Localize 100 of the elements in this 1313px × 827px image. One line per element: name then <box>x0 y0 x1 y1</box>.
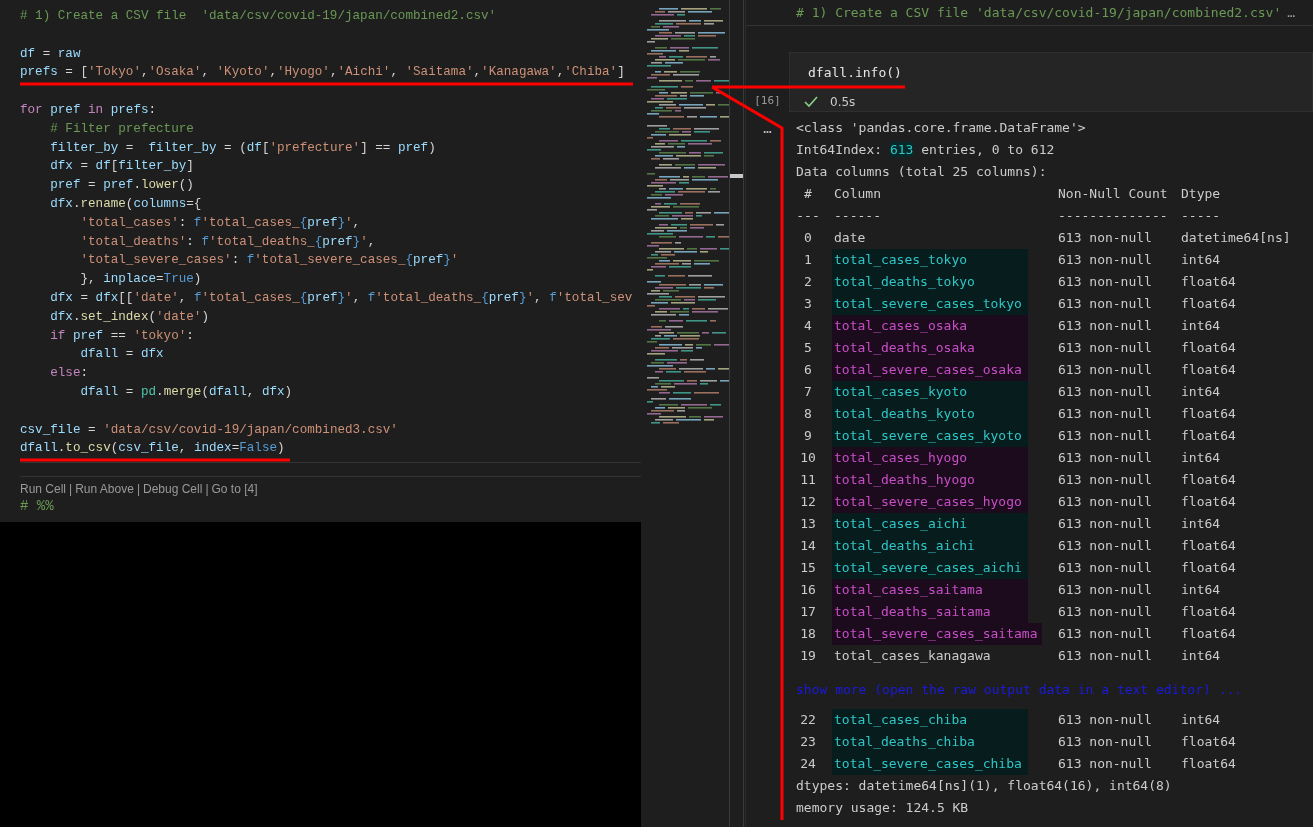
column-index: 6 <box>803 361 813 379</box>
column-name: total_cases_kanagawa <box>834 647 991 665</box>
code-line: pref = pref.lower() <box>49 177 194 195</box>
column-index: 12 <box>799 493 817 511</box>
non-null-count: 613 non-null <box>1058 339 1153 357</box>
codelens-link[interactable]: Debug Cell <box>143 481 203 498</box>
column-name: total_deaths_saitama <box>832 601 1028 623</box>
code-line: 'total_cases': f'total_cases_{pref}', <box>79 214 361 232</box>
non-null-count: 613 non-null <box>1058 251 1153 269</box>
expand-ellipsis[interactable]: … <box>1287 2 1296 23</box>
column-dtype: int64 <box>1181 383 1221 401</box>
code-line: }, inplace=True) <box>79 271 202 289</box>
code-line: for pref in prefs: <box>19 102 157 119</box>
output-line: Data columns (total 25 columns): <box>796 163 1048 181</box>
output-line: Int64Index: 613 entries, 0 to 612 <box>796 141 1056 159</box>
cell-marker: # %% <box>19 497 54 516</box>
column-index: 0 <box>803 229 813 247</box>
column-dtype: float64 <box>1181 427 1236 445</box>
column-name: total_deaths_kyoto <box>832 403 1028 425</box>
column-index: 3 <box>803 295 813 313</box>
non-null-count: 613 non-null <box>1058 515 1153 533</box>
collapsed-cell-text[interactable]: # 1) Create a CSV file 'data/csv/covid-19/japan/combined2.csv' <box>796 2 1282 23</box>
column-dtype: Dtype <box>1181 185 1221 203</box>
column-index: --- <box>796 207 820 225</box>
output-line: <class 'pandas.core.frame.DataFrame'> <box>796 119 1087 137</box>
column-name: total_severe_cases_chiba <box>832 753 1028 775</box>
non-null-count: 613 non-null <box>1058 449 1153 467</box>
column-name: total_cases_hyogo <box>832 447 1028 469</box>
code-line: csv_file = 'data/csv/covid-19/japan/combined3.csv' <box>19 421 398 439</box>
column-dtype: ----- <box>1181 207 1221 225</box>
non-null-count: 613 non-null <box>1058 537 1153 555</box>
column-dtype: float64 <box>1181 755 1236 773</box>
check-icon <box>804 96 818 108</box>
column-dtype: float64 <box>1181 295 1236 313</box>
column-index: 15 <box>799 559 817 577</box>
column-index: 11 <box>799 471 817 489</box>
column-dtype: float64 <box>1181 273 1236 291</box>
output-line: dtypes: datetime64[ns](1), float64(16), int64(8) <box>796 777 1173 795</box>
column-dtype: int64 <box>1181 317 1221 335</box>
column-name: total_deaths_osaka <box>832 337 1028 359</box>
column-dtype: float64 <box>1181 733 1236 751</box>
column-name: total_cases_aichi <box>832 513 1028 535</box>
non-null-count: 613 non-null <box>1058 383 1153 401</box>
divider-mark: | <box>205 481 209 498</box>
code-cell[interactable]: dfall.info() 0.5s <box>789 52 1313 112</box>
divider-mark: | <box>136 481 140 498</box>
non-null-count: 613 non-null <box>1058 273 1153 291</box>
non-null-count: 613 non-null <box>1058 755 1153 773</box>
output-line: memory usage: 124.5 KB <box>796 799 970 817</box>
column-index: 14 <box>799 537 817 555</box>
code-line: dfall.info() <box>808 64 902 83</box>
column-index: 24 <box>799 755 817 773</box>
codelens-link[interactable]: Run Cell <box>20 481 67 498</box>
non-null-count: 613 non-null <box>1058 625 1153 643</box>
column-index: 4 <box>803 317 813 335</box>
column-index: 8 <box>803 405 813 423</box>
non-null-count: Non-Null Count <box>1058 185 1169 203</box>
column-index: 1 <box>803 251 813 269</box>
column-name: total_severe_cases_aichi <box>832 557 1028 579</box>
codelens-link[interactable]: Run Above <box>75 481 134 498</box>
column-index: 17 <box>799 603 817 621</box>
cell-input-area[interactable] <box>20 462 641 478</box>
column-dtype: int64 <box>1181 515 1221 533</box>
column-name: total_severe_cases_kyoto <box>832 425 1028 447</box>
codelens-link[interactable]: Go to [4] <box>211 481 258 498</box>
output-menu-button[interactable]: … <box>763 117 772 819</box>
column-index: 10 <box>799 449 817 467</box>
column-dtype: float64 <box>1181 625 1236 643</box>
column-index: 19 <box>799 647 817 665</box>
non-null-count: 613 non-null <box>1058 361 1153 379</box>
execution-time: 0.5s <box>830 94 856 111</box>
code-line: df = raw <box>19 45 81 63</box>
non-null-count: 613 non-null <box>1058 317 1153 335</box>
non-null-count: 613 non-null <box>1058 471 1153 489</box>
column-index: 23 <box>799 733 817 751</box>
column-dtype: float64 <box>1181 493 1236 511</box>
column-name: total_severe_cases_saitama <box>832 623 1042 645</box>
non-null-count: 613 non-null <box>1058 493 1153 511</box>
column-dtype: int64 <box>1181 449 1221 467</box>
column-name: total_severe_cases_osaka <box>832 359 1028 381</box>
non-null-count: 613 non-null <box>1058 647 1153 665</box>
column-index: 13 <box>799 515 817 533</box>
column-name: total_cases_chiba <box>832 709 1028 731</box>
scrollbar-thumb[interactable] <box>730 174 743 178</box>
column-name: total_cases_saitama <box>832 579 1028 601</box>
column-index: # <box>803 185 813 203</box>
column-index: 5 <box>803 339 813 357</box>
code-line: filter_by = filter_by = (df['prefecture'] == pref) <box>49 139 436 157</box>
non-null-count: 613 non-null <box>1058 603 1153 621</box>
column-name: Column <box>834 185 881 203</box>
column-name: total_cases_osaka <box>832 315 1028 337</box>
column-dtype: float64 <box>1181 339 1236 357</box>
column-dtype: float64 <box>1181 361 1236 379</box>
code-line: dfx.set_index('date') <box>49 308 209 326</box>
column-index: 18 <box>799 625 817 643</box>
column-dtype: int64 <box>1181 251 1221 269</box>
column-dtype: float64 <box>1181 603 1236 621</box>
code-line: dfx = dfx[['date', f'total_cases_{pref}', f'total_deaths_{pref}', f'total_sev <box>49 289 633 307</box>
non-null-count: 613 non-null <box>1058 581 1153 599</box>
non-null-count: 613 non-null <box>1058 405 1153 423</box>
